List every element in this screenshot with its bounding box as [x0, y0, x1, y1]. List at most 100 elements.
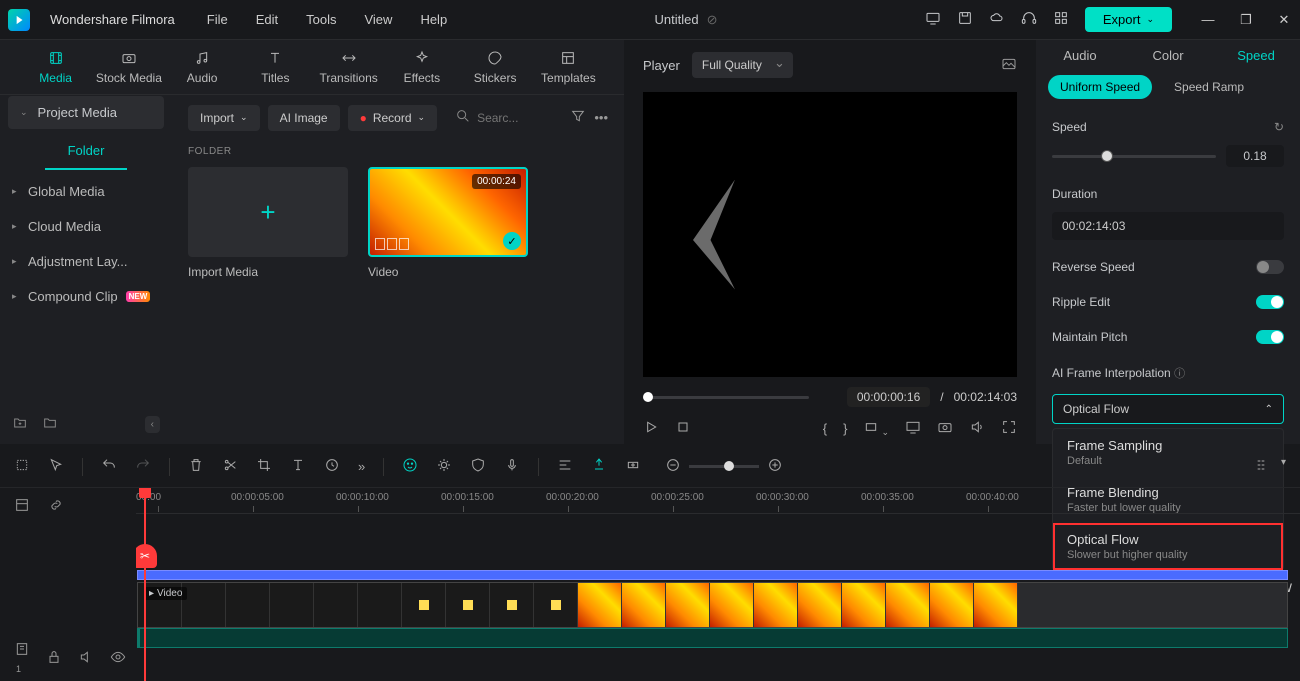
ripple-edit-toggle[interactable] [1256, 295, 1284, 309]
menu-file[interactable]: File [207, 12, 228, 27]
record-button[interactable]: ●Record⌄ [348, 105, 437, 131]
tab-transitions[interactable]: Transitions [313, 49, 384, 85]
ratio-icon[interactable]: ⌄ [863, 419, 889, 438]
menu-view[interactable]: View [364, 12, 392, 27]
playhead[interactable]: ✂ [144, 488, 146, 681]
tab-titles[interactable]: Titles [240, 49, 311, 85]
mic-icon[interactable] [504, 457, 520, 476]
reverse-speed-toggle[interactable] [1256, 260, 1284, 274]
mark-out-icon[interactable]: } [843, 421, 847, 436]
sidebar-item-adjustment-layer[interactable]: Adjustment Lay... [0, 244, 172, 279]
audio-track[interactable] [137, 628, 1288, 648]
grid-view-icon[interactable] [1255, 457, 1271, 476]
preview-canvas[interactable] [643, 92, 1017, 377]
undo-icon[interactable] [101, 457, 117, 476]
camera-capture-icon[interactable] [937, 419, 953, 438]
speed-tool-icon[interactable] [324, 457, 340, 476]
import-media-tile[interactable]: + Import Media [188, 167, 348, 279]
snapshot-icon[interactable] [1001, 56, 1017, 75]
current-time[interactable]: 00:00:00:16 [847, 387, 930, 407]
lock-icon[interactable] [46, 649, 62, 668]
speed-value[interactable]: 0.18 [1226, 145, 1284, 167]
video-track[interactable]: ▸Video [137, 582, 1288, 628]
tab-media[interactable]: Media [20, 49, 91, 85]
screen-out-icon[interactable] [905, 419, 921, 438]
pointer-icon[interactable] [14, 457, 30, 476]
menu-help[interactable]: Help [420, 12, 447, 27]
link-icon[interactable] [48, 497, 64, 516]
keyframe-add-icon[interactable] [625, 457, 641, 476]
cut-icon[interactable] [222, 457, 238, 476]
tab-color-props[interactable]: Color [1124, 40, 1212, 71]
more-icon[interactable]: ••• [594, 110, 608, 125]
scrub-bar[interactable] [643, 396, 809, 399]
tab-stickers[interactable]: Stickers [460, 49, 531, 85]
project-name[interactable]: Untitled [655, 12, 699, 27]
sidebar-item-global-media[interactable]: Global Media [0, 174, 172, 209]
headphones-icon[interactable] [1021, 10, 1037, 29]
marker-icon[interactable] [591, 457, 607, 476]
mute-icon[interactable] [78, 649, 94, 668]
text-tool-icon[interactable] [290, 457, 306, 476]
volume-icon[interactable] [969, 419, 985, 438]
select-icon[interactable] [48, 457, 64, 476]
subtab-speed-ramp[interactable]: Speed Ramp [1162, 75, 1256, 99]
mark-in-icon[interactable]: { [823, 421, 827, 436]
align-icon[interactable] [557, 457, 573, 476]
collapse-sidebar-icon[interactable]: ‹ [145, 416, 160, 433]
zoom-out-icon[interactable] [665, 457, 681, 476]
close-button[interactable]: ✕ [1276, 12, 1292, 28]
crop-icon[interactable] [256, 457, 272, 476]
save-icon[interactable] [957, 10, 973, 29]
tab-templates[interactable]: Templates [533, 49, 604, 85]
more-tools-icon[interactable]: » [358, 459, 365, 474]
sidebar-item-cloud-media[interactable]: Cloud Media [0, 209, 172, 244]
menu-edit[interactable]: Edit [256, 12, 278, 27]
redo-icon[interactable] [135, 457, 151, 476]
delete-icon[interactable] [188, 457, 204, 476]
play-icon[interactable] [643, 419, 659, 438]
video-tile[interactable]: 00:00:24 ✓ Video [368, 167, 528, 279]
tab-effects[interactable]: Effects [386, 49, 457, 85]
ai-image-button[interactable]: AI Image [268, 105, 340, 131]
selection-range[interactable] [137, 570, 1288, 580]
apps-icon[interactable] [1053, 10, 1069, 29]
export-button[interactable]: Export⌄ [1085, 7, 1172, 32]
new-bin-icon[interactable] [42, 415, 58, 434]
shield-icon[interactable] [470, 457, 486, 476]
scissors-icon[interactable]: ✂ [136, 544, 157, 568]
tab-stock-media[interactable]: Stock Media [93, 49, 164, 85]
filter-icon[interactable] [570, 108, 586, 127]
tab-audio[interactable]: Audio [167, 49, 238, 85]
zoom-in-icon[interactable] [767, 457, 783, 476]
screen-icon[interactable] [925, 10, 941, 29]
import-button[interactable]: Import⌄ [188, 105, 260, 131]
speed-slider[interactable] [1052, 155, 1216, 158]
ai-interpolation-select[interactable]: Optical Flow⌃ [1052, 394, 1284, 424]
menu-tools[interactable]: Tools [306, 12, 336, 27]
tab-speed-props[interactable]: Speed [1212, 40, 1300, 71]
tab-audio-props[interactable]: Audio [1036, 40, 1124, 71]
maximize-button[interactable]: ❐ [1238, 12, 1254, 28]
subtab-uniform-speed[interactable]: Uniform Speed [1048, 75, 1152, 99]
search-input[interactable] [445, 104, 562, 131]
dropdown-icon[interactable]: ▾ [1281, 457, 1286, 476]
folder-tab[interactable]: Folder [45, 133, 127, 170]
sidebar-item-compound-clip[interactable]: Compound ClipNEW [0, 279, 172, 314]
track-settings-icon[interactable]: 1 [14, 641, 30, 675]
fullscreen-icon[interactable] [1001, 419, 1017, 438]
timeline-ruler[interactable]: 00:00 00:00:05:00 00:00:10:00 00:00:15:0… [136, 488, 1300, 514]
reset-speed-icon[interactable]: ↻ [1274, 120, 1284, 134]
quality-select[interactable]: Full Quality [692, 52, 793, 78]
ai-portrait-icon[interactable] [402, 457, 418, 476]
visibility-icon[interactable] [110, 649, 126, 668]
project-media-select[interactable]: ⌄Project Media [8, 96, 164, 129]
new-folder-icon[interactable] [12, 415, 28, 434]
stop-icon[interactable] [675, 419, 691, 438]
minimize-button[interactable]: ― [1200, 12, 1216, 28]
maintain-pitch-toggle[interactable] [1256, 330, 1284, 344]
enhance-icon[interactable] [436, 457, 452, 476]
duration-input[interactable]: 00:02:14:03 [1052, 212, 1284, 240]
add-track-icon[interactable] [14, 497, 30, 516]
cloud-icon[interactable] [989, 10, 1005, 29]
